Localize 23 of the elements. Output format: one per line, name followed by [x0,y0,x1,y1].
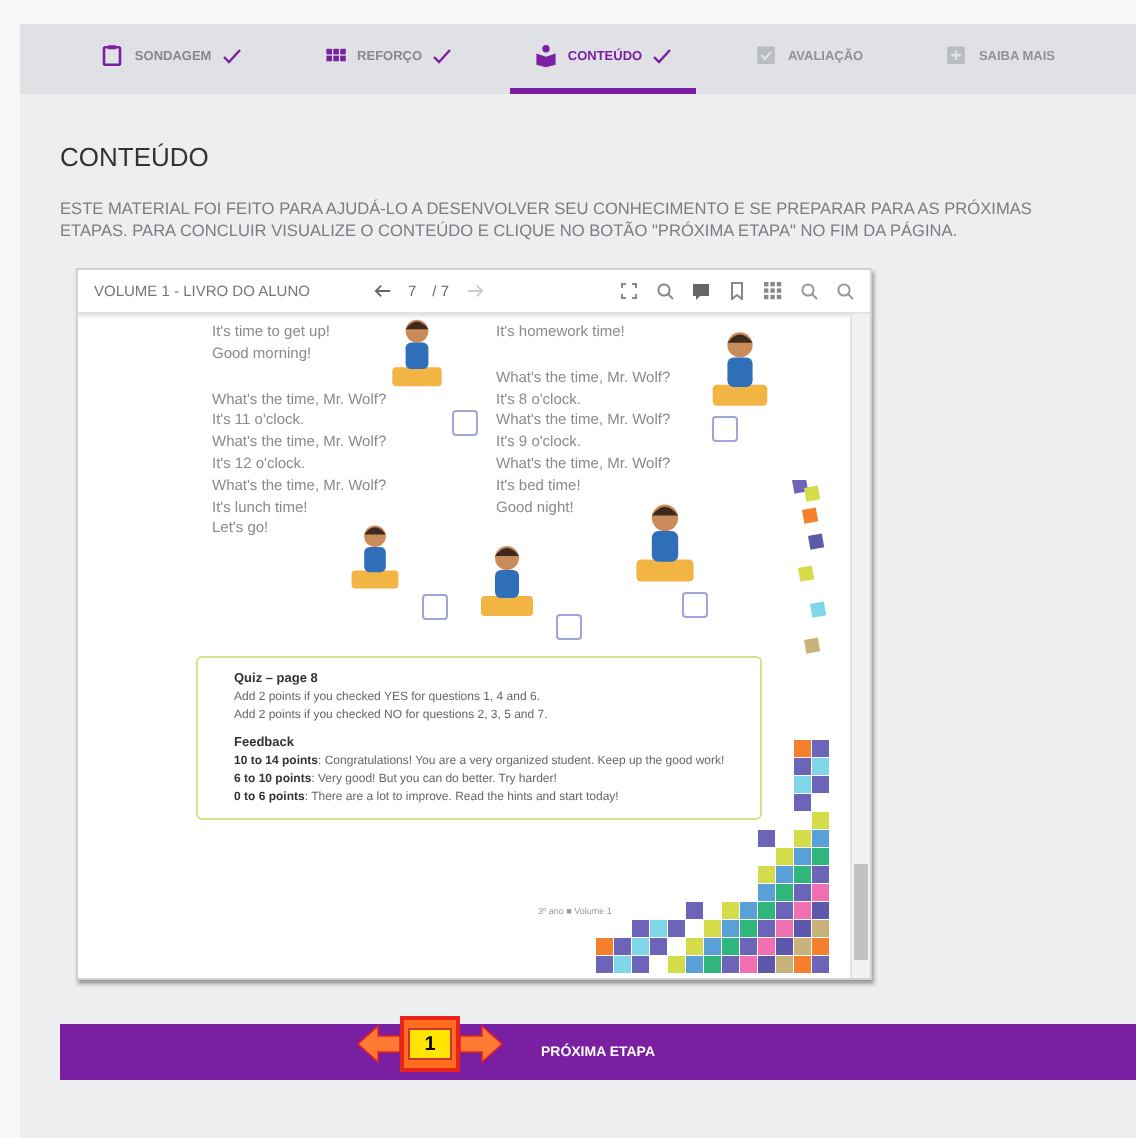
checkmark-icon [652,48,673,64]
scrollbar[interactable] [850,314,870,978]
checkmark-icon [432,48,453,64]
description-text: ESTE MATERIAL FOI FEITO PARA AJUDÁ-LO A DESENVOLVER SEU CONHECIMENTO E SE PREPARAR PARA AS PRÓXIMAS ETAPAS. PARA CONCLUIR VISUALIZE O CONTEÚDO E CLIQUE NO BOTÃO "PRÓXIMA ETAPA" NO FIM DA PÁGINA. [60,198,1034,242]
plus-icon [944,44,969,68]
checklist-icon [753,44,778,68]
checkbox[interactable] [452,410,478,436]
reader-icon [533,44,558,68]
bookmark-icon[interactable] [728,282,746,300]
section-title: CONTEÚDO [60,142,211,172]
fullscreen-icon[interactable] [620,282,638,300]
clipboard-icon [100,44,125,68]
left-arrow-icon[interactable] [374,282,392,300]
checkbox[interactable] [556,614,582,640]
checkbox[interactable] [422,594,448,620]
marker-number: 1 [408,1028,452,1060]
comment-icon[interactable] [692,282,710,300]
right-arrow-icon[interactable] [465,282,484,300]
search-icon[interactable] [656,282,674,300]
checkbox[interactable] [682,592,708,618]
grid-icon[interactable] [764,282,782,300]
checkbox[interactable] [712,416,738,442]
checkmark-icon [221,48,242,64]
